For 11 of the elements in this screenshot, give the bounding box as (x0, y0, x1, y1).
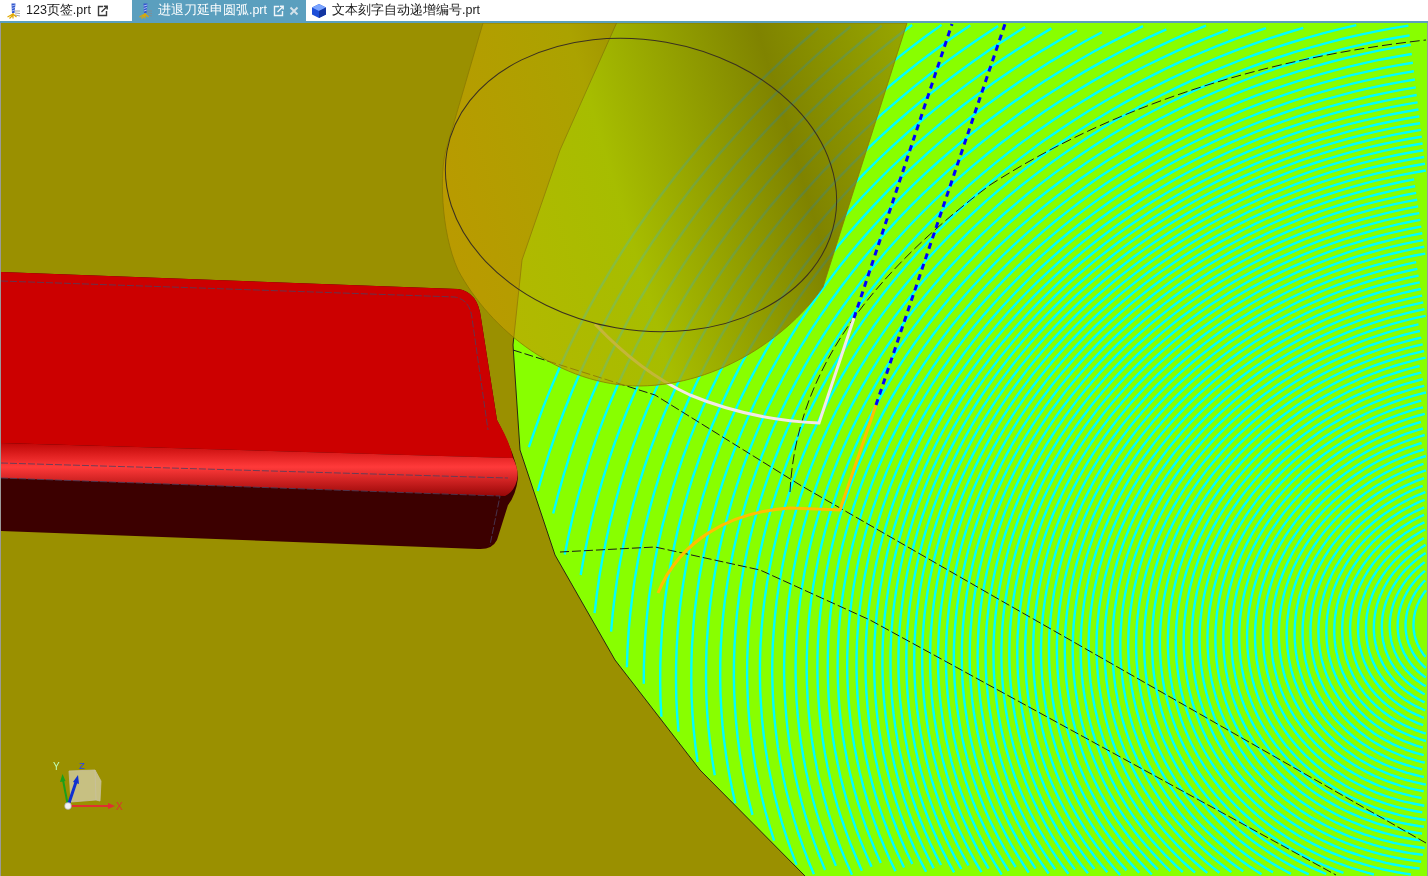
file-tab[interactable]: 123页签.prt (0, 0, 132, 21)
view-cube-icon[interactable] (68, 769, 102, 803)
x-axis-label: X (116, 801, 123, 812)
z-axis-label: Z (79, 760, 85, 771)
cutter-icon (5, 2, 21, 19)
y-axis-label: Y (53, 761, 60, 772)
file-tab[interactable]: 文本刻字自动递增编号.prt (306, 0, 488, 21)
cube-icon (311, 2, 327, 19)
cutter-icon (136, 2, 153, 19)
origin-sphere-icon (64, 802, 72, 810)
popout-icon[interactable] (96, 4, 108, 17)
